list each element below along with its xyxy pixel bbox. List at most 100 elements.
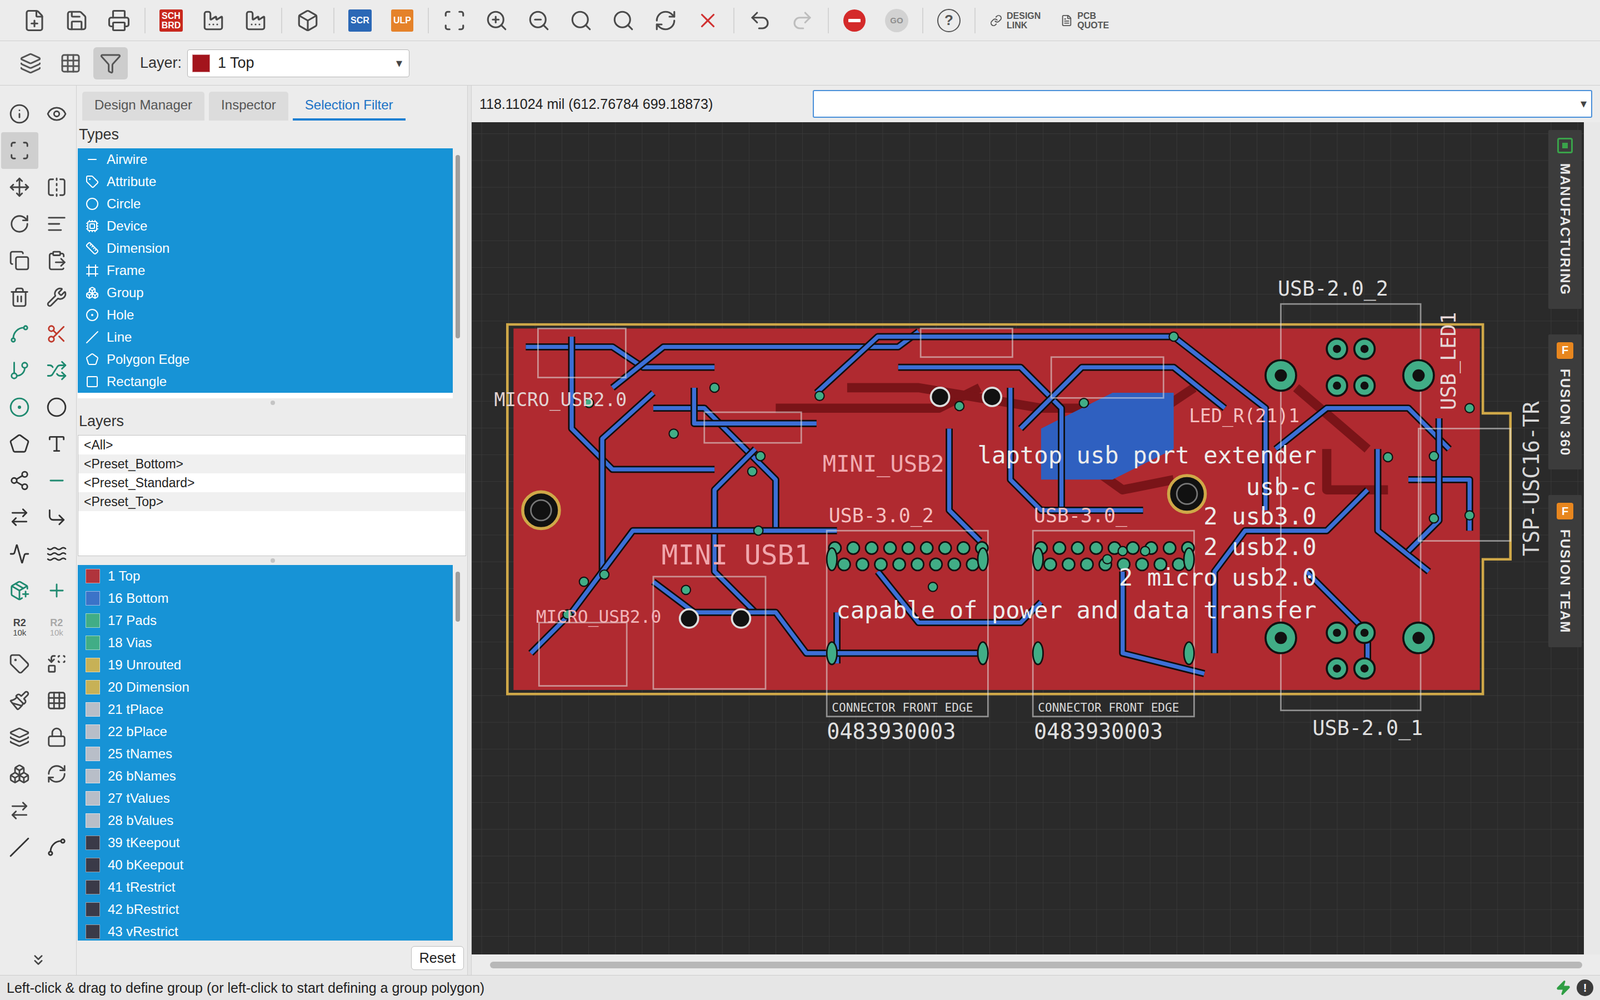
toolbar-button[interactable] bbox=[603, 3, 644, 38]
type-row[interactable]: Rectangle bbox=[77, 370, 453, 393]
toolbar-button[interactable] bbox=[834, 3, 875, 38]
palette-tool[interactable] bbox=[38, 828, 76, 866]
toolbar-button[interactable]: SCHBRD bbox=[151, 3, 192, 38]
palette-tool[interactable] bbox=[1, 462, 39, 499]
layer-row[interactable]: 39 tKeepout bbox=[77, 831, 453, 854]
palette-tool[interactable] bbox=[1, 535, 39, 573]
type-row[interactable]: Polygon Edge bbox=[77, 348, 453, 371]
palette-tool[interactable] bbox=[38, 352, 76, 389]
layer-tool-button[interactable] bbox=[93, 47, 128, 80]
preset-row[interactable]: <Preset_Top> bbox=[78, 492, 466, 512]
palette-tool[interactable] bbox=[1, 682, 39, 719]
palette-tool[interactable] bbox=[38, 645, 76, 683]
preset-row[interactable]: <All> bbox=[78, 435, 466, 455]
layer-row[interactable]: 1 Top bbox=[77, 565, 453, 588]
side-tab[interactable]: FFUSION TEAM bbox=[1548, 495, 1582, 647]
palette-tool[interactable] bbox=[38, 242, 76, 279]
palette-tool[interactable] bbox=[1, 168, 39, 206]
layer-tool-button[interactable] bbox=[53, 47, 88, 80]
palette-tool[interactable] bbox=[38, 535, 76, 573]
layer-row[interactable]: 26 bNames bbox=[77, 765, 453, 788]
value-tool[interactable]: R210k bbox=[1, 608, 39, 646]
layer-select[interactable]: 1 Top▾ bbox=[187, 49, 410, 78]
palette-tool[interactable] bbox=[1, 205, 39, 243]
preset-row[interactable]: <Preset_Standard> bbox=[78, 473, 466, 493]
palette-tool[interactable] bbox=[1, 718, 39, 756]
toolbar-button[interactable] bbox=[235, 3, 276, 38]
palette-tool[interactable] bbox=[1, 242, 39, 279]
toolbar-button[interactable] bbox=[645, 3, 686, 38]
layer-row[interactable]: 18 Vias bbox=[77, 631, 453, 654]
dropdown-arrow[interactable]: ▾ bbox=[1580, 96, 1587, 112]
layer-row[interactable]: 40 bKeepout bbox=[77, 853, 453, 877]
palette-tool[interactable] bbox=[38, 425, 76, 463]
palette-tool[interactable] bbox=[38, 718, 76, 756]
toolbar-button[interactable]: GO bbox=[876, 3, 917, 38]
layer-tool-button[interactable] bbox=[13, 47, 48, 80]
palette-tool[interactable] bbox=[1, 425, 39, 463]
palette-tool[interactable] bbox=[1, 498, 39, 536]
type-row[interactable]: Hole bbox=[77, 303, 453, 327]
horizontal-scrollbar[interactable] bbox=[471, 954, 1600, 975]
vertical-scrollbar[interactable] bbox=[1583, 122, 1600, 955]
layer-row[interactable]: 22 bPlace bbox=[77, 720, 453, 743]
command-input[interactable]: ▾ bbox=[812, 90, 1593, 118]
link-button[interactable]: DESIGNLINK bbox=[981, 11, 1050, 30]
side-tab[interactable]: FFUSION 360 bbox=[1548, 334, 1582, 470]
palette-tool[interactable] bbox=[1, 645, 39, 683]
toolbar-button[interactable] bbox=[14, 3, 55, 38]
toolbar-button[interactable] bbox=[687, 3, 728, 38]
palette-tool[interactable] bbox=[1, 352, 39, 389]
alert-icon[interactable]: ! bbox=[1576, 979, 1594, 997]
layer-row[interactable]: 20 Dimension bbox=[77, 676, 453, 699]
palette-tool[interactable] bbox=[38, 498, 76, 536]
toolbar-button[interactable] bbox=[740, 3, 780, 38]
toolbar-button[interactable] bbox=[193, 3, 234, 38]
type-row[interactable]: Airwire bbox=[77, 148, 453, 171]
layer-row[interactable]: 21 tPlace bbox=[77, 698, 453, 721]
link-button[interactable]: PCBQUOTE bbox=[1051, 11, 1118, 30]
value-tool[interactable]: R210k bbox=[38, 608, 76, 646]
toolbar-button[interactable] bbox=[518, 3, 559, 38]
panel-tab[interactable]: Selection Filter bbox=[292, 91, 406, 121]
toolbar-button[interactable] bbox=[434, 3, 475, 38]
layer-row[interactable]: 16 Bottom bbox=[77, 587, 453, 610]
reset-button[interactable]: Reset bbox=[411, 946, 464, 970]
toolbar-button[interactable] bbox=[782, 3, 823, 38]
toolbar-button[interactable] bbox=[98, 3, 139, 38]
toolbar-button[interactable] bbox=[476, 3, 517, 38]
panel-divider[interactable] bbox=[467, 85, 472, 975]
toolbar-button[interactable] bbox=[56, 3, 97, 38]
palette-tool[interactable] bbox=[1, 315, 39, 353]
toolbar-button[interactable] bbox=[561, 3, 602, 38]
type-row[interactable]: Dimension bbox=[77, 237, 453, 260]
palette-tool[interactable] bbox=[1, 132, 39, 169]
type-row[interactable]: Line bbox=[77, 326, 453, 349]
layer-row[interactable]: 43 vRestrict bbox=[77, 920, 453, 941]
palette-tool[interactable] bbox=[1, 755, 39, 793]
palette-tool[interactable] bbox=[1, 388, 39, 426]
palette-tool[interactable] bbox=[38, 315, 76, 353]
palette-tool[interactable] bbox=[38, 205, 76, 243]
more-tools-button[interactable] bbox=[1, 951, 75, 969]
layer-row[interactable]: 28 bValues bbox=[77, 809, 453, 832]
toolbar-button[interactable] bbox=[287, 3, 328, 38]
type-row[interactable]: Attribute bbox=[77, 170, 453, 193]
layer-row[interactable]: 19 Unrouted bbox=[77, 653, 453, 677]
palette-tool[interactable] bbox=[1, 572, 39, 609]
toolbar-button[interactable]: SCR bbox=[340, 3, 380, 38]
toolbar-button[interactable]: ULP bbox=[382, 3, 423, 38]
type-row[interactable]: Device bbox=[77, 215, 453, 238]
palette-tool[interactable] bbox=[38, 388, 76, 426]
palette-tool[interactable] bbox=[38, 572, 76, 609]
palette-tool[interactable] bbox=[38, 682, 76, 719]
panel-tab[interactable]: Design Manager bbox=[82, 91, 205, 121]
palette-tool[interactable] bbox=[38, 95, 76, 133]
layer-row[interactable]: 41 tRestrict bbox=[77, 876, 453, 899]
palette-tool[interactable] bbox=[38, 278, 76, 316]
layer-row[interactable]: 25 tNames bbox=[77, 742, 453, 765]
palette-tool[interactable] bbox=[1, 278, 39, 316]
layer-row[interactable]: 17 Pads bbox=[77, 609, 453, 632]
palette-tool[interactable] bbox=[38, 462, 76, 499]
side-tab[interactable]: MANUFACTURING bbox=[1548, 130, 1582, 309]
